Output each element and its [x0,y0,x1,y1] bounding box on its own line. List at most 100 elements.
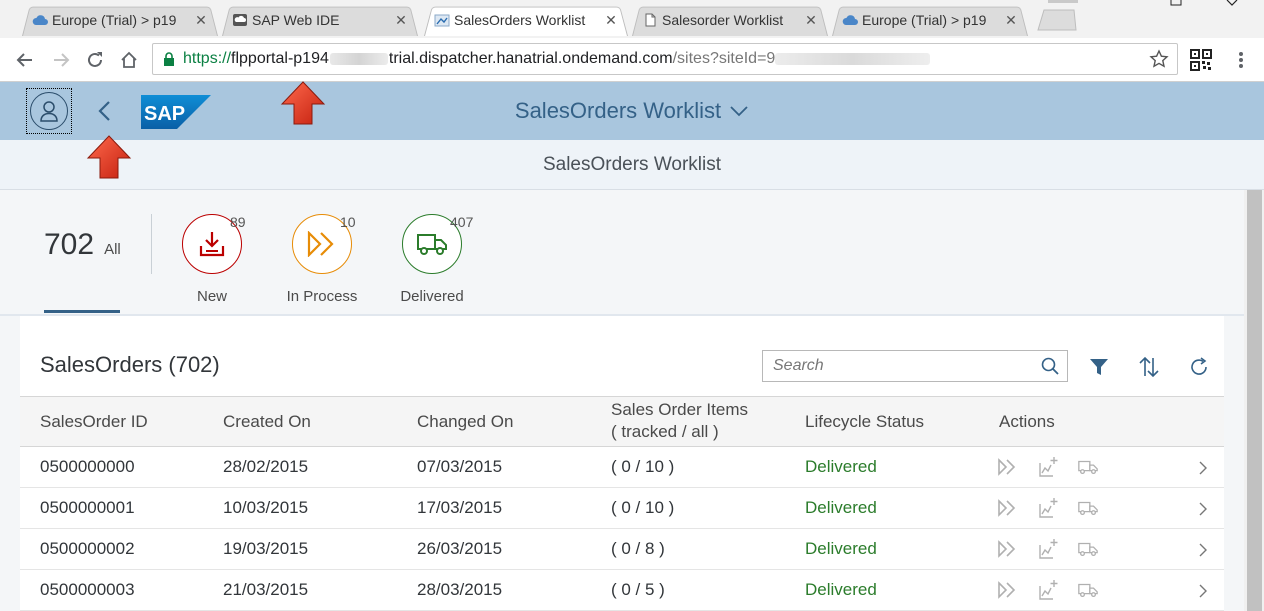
browser-forward-button[interactable] [48,47,74,73]
tab-in-process[interactable]: 10 In Process [272,214,372,305]
truck-action-icon[interactable] [1077,497,1099,519]
forward-icon [307,231,334,257]
qr-code-extension-button[interactable] [1188,47,1214,73]
chevron-down-icon [730,106,748,117]
tab-new[interactable]: 89 New [162,214,262,305]
sort-button[interactable] [1136,354,1162,380]
browser-toolbar: https://flpportal-p194 trial.dispatcher.h… [0,38,1264,82]
refresh-button[interactable] [1186,354,1212,380]
url-scheme: https:// [183,50,232,67]
search-icon[interactable] [1033,357,1067,375]
truck-action-icon[interactable] [1077,456,1099,478]
truck-action-icon[interactable] [1077,538,1099,560]
cell-items: ( 0 / 10 ) [611,498,675,517]
window-close-icon[interactable] [1226,0,1238,6]
table-title: SalesOrders (702) [40,352,220,377]
document-icon [645,13,656,27]
lock-icon [163,52,183,66]
browser-tab-sap-web-ide[interactable]: SAP Web IDE ✕ [222,4,418,37]
column-header-sales-order-items[interactable]: Sales Order Items ( tracked / all ) [611,399,748,443]
page-scrollbar[interactable] [1244,190,1264,611]
address-bar[interactable]: https://flpportal-p194 trial.dispatcher.h… [152,43,1178,75]
filter-button[interactable] [1086,354,1112,380]
browser-tab-europe-trial-2[interactable]: Europe (Trial) > p19 ✕ [832,4,1028,37]
app-title-menu[interactable]: SalesOrders Worklist [0,98,1264,124]
browser-menu-button[interactable] [1228,47,1254,73]
table-row[interactable]: 0500000002 19/03/2015 26/03/2015 ( 0 / 8… [20,529,1224,570]
bookmark-star-icon[interactable] [1149,49,1169,74]
cell-changed-on: 26/03/2015 [417,539,503,558]
sales-orders-table-panel: SalesOrders (702) SalesOrder ID Created … [0,316,1244,611]
all-label: All [104,241,121,258]
truck-icon [417,234,447,255]
cell-created-on: 21/03/2015 [223,580,309,599]
column-header-actions: Actions [999,412,1055,431]
browser-tab-title: SalesOrders Worklist [454,12,586,28]
url-redaction [329,52,388,65]
cell-created-on: 19/03/2015 [223,539,309,558]
add-activity-action-icon[interactable] [1037,456,1059,478]
browser-tab-salesorders-worklist[interactable]: SalesOrders Worklist ✕ [424,4,628,37]
add-activity-action-icon[interactable] [1037,538,1059,560]
close-icon[interactable]: ✕ [604,12,618,29]
cell-lifecycle-status: Delivered [805,457,877,476]
page-header: SalesOrders Worklist [0,140,1264,190]
table-row[interactable]: 0500000000 28/02/2015 07/03/2015 ( 0 / 1… [20,447,1224,488]
chevron-right-icon[interactable] [1196,500,1210,518]
webide-icon [233,14,247,26]
column-header-created-on[interactable]: Created On [223,411,311,433]
cell-salesorder-id: 0500000002 [40,539,135,558]
tab-count: 407 [450,214,474,230]
tab-delivered[interactable]: 407 Delivered [382,214,482,305]
browser-tab-salesorder-worklist[interactable]: Salesorder Worklist ✕ [632,4,828,37]
cell-salesorder-id: 0500000003 [40,580,135,599]
chevron-right-icon[interactable] [1196,541,1210,559]
forward-action-icon[interactable] [997,456,1019,478]
column-header-salesorder-id[interactable]: SalesOrder ID [40,411,148,433]
filter-icon [1090,359,1108,375]
browser-reload-button[interactable] [82,47,108,73]
table-toolbar: SalesOrders (702) [20,316,1224,396]
browser-tab-title: Salesorder Worklist [662,12,784,28]
tab-label: In Process [286,288,358,305]
chevron-right-icon[interactable] [1196,582,1210,600]
tab-all[interactable]: 702 All [44,228,121,262]
cell-created-on: 10/03/2015 [223,498,309,517]
scrollbar-thumb[interactable] [1247,190,1262,611]
url-redaction [775,52,931,65]
browser-tab-europe-trial-1[interactable]: Europe (Trial) > p19 ✕ [22,4,218,37]
search-input[interactable] [763,352,1033,380]
add-activity-action-icon[interactable] [1037,579,1059,601]
forward-action-icon[interactable] [997,538,1019,560]
new-tab-button[interactable] [1036,9,1078,31]
close-icon[interactable]: ✕ [1004,12,1018,29]
table-row[interactable]: 0500000001 10/03/2015 17/03/2015 ( 0 / 1… [20,488,1224,529]
window-restore-icon[interactable] [1170,0,1182,6]
app-title: SalesOrders Worklist [514,98,722,123]
sort-icon [1139,356,1159,378]
chevron-right-icon[interactable] [1196,459,1210,477]
close-icon[interactable]: ✕ [394,12,408,29]
browser-back-button[interactable] [12,47,38,73]
cell-lifecycle-status: Delivered [805,498,877,517]
browser-home-button[interactable] [116,47,142,73]
url-text: https://flpportal-p194 trial.dispatcher.h… [183,50,931,68]
url-host-end: trial.dispatcher.hanatrial.ondemand.com [388,50,673,67]
add-activity-action-icon[interactable] [1037,497,1059,519]
search-field[interactable] [762,350,1068,382]
browser-tab-strip: Europe (Trial) > p19 ✕ SAP Web IDE ✕ Sal… [0,0,1264,38]
column-header-changed-on[interactable]: Changed On [417,411,513,433]
tab-count: 10 [340,214,356,230]
column-header-lifecycle-status[interactable]: Lifecycle Status [805,411,924,433]
icon-tab-bar: 702 All 89 New 10 In Process 407 Deliver… [0,190,1244,316]
close-icon[interactable]: ✕ [194,12,208,29]
table-row[interactable]: 0500000003 21/03/2015 28/03/2015 ( 0 / 5… [20,570,1224,611]
truck-action-icon[interactable] [1077,579,1099,601]
annotation-arrow-up-icon [86,135,132,179]
forward-action-icon[interactable] [997,579,1019,601]
arrow-left-icon [16,53,32,67]
cloud-icon [842,15,858,25]
forward-action-icon[interactable] [997,497,1019,519]
tab-count: 89 [230,214,246,230]
close-icon[interactable]: ✕ [804,12,818,29]
